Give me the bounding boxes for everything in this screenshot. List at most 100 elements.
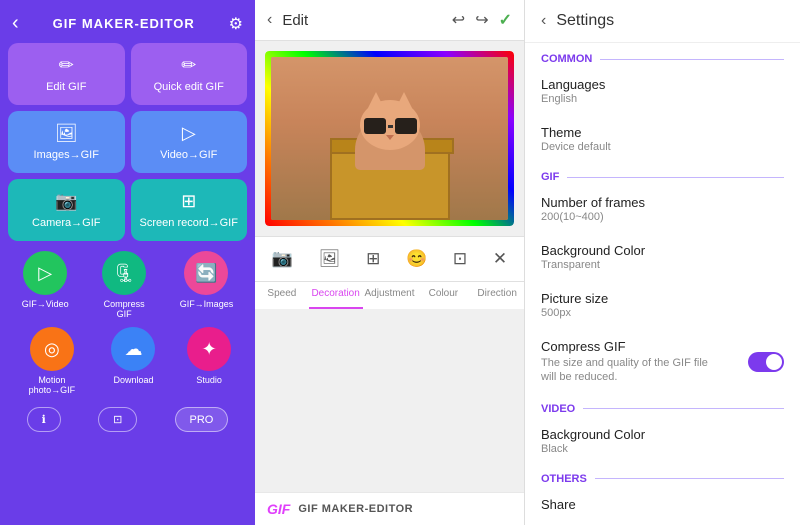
motion-photo-label: Motion photo→GIF [24,375,80,395]
compress-gif-title: Compress GIF [541,339,748,354]
frames-sub: 200(10~400) [541,211,784,223]
video-to-gif-button[interactable]: ▷ Video→GIF [131,111,248,173]
left-back-icon[interactable]: ‹ [12,12,19,35]
video-bg-sub: Black [541,443,784,455]
frames-title: Number of frames [541,195,784,210]
section-video: VIDEO [525,393,800,419]
right-panel: ‹ Settings COMMON Languages English Them… [525,0,800,525]
video-bg-title: Background Color [541,427,784,442]
settings-number-frames[interactable]: Number of frames 200(10~400) [525,187,800,231]
camera-tool-icon[interactable]: 📷 [268,245,297,273]
pro-button[interactable]: PRO [175,407,229,432]
edit-gif-button[interactable]: ✏ Edit GIF [8,43,125,105]
compress-gif-icon: 🗜 [102,251,146,295]
mid-title: Edit [282,12,441,29]
tab-colour[interactable]: Colour [417,282,471,309]
tab-decoration[interactable]: Decoration [309,282,363,309]
camera-gif-label: Camera→GIF [32,217,100,229]
section-common: COMMON [525,43,800,69]
tab-adjustment[interactable]: Adjustment [363,282,417,309]
settings-theme[interactable]: Theme Device default [525,117,800,161]
images-to-gif-button[interactable]: 🖼 Images→GIF [8,111,125,173]
settings-share[interactable]: Share [525,489,800,520]
edit-gif-label: Edit GIF [46,81,86,93]
bg-color-title: Background Color [541,243,784,258]
settings-title: Settings [556,12,614,30]
settings-picture-size[interactable]: Picture size 500px [525,283,800,327]
section-others: OTHERS [525,463,800,489]
gif-logo: GIF [267,501,290,517]
quick-edit-label: Quick edit GIF [154,81,224,93]
quick-edit-gif-button[interactable]: ✏ Quick edit GIF [131,43,248,105]
mid-panel: ‹ Edit ↩ ↪ ✓ [255,0,525,525]
motion-photo-icon: ◎ [30,327,74,371]
frame-tool-icon[interactable]: ⊡ [449,245,471,273]
confirm-icon[interactable]: ✓ [499,10,512,30]
grid-button[interactable]: ⊡ [98,407,137,432]
info-button[interactable]: ℹ [27,407,61,432]
share-title: Share [541,497,784,512]
images-gif-icon: 🖼 [55,123,78,144]
languages-sub: English [541,93,784,105]
mid-header-actions: ↩ ↪ ✓ [452,10,512,30]
tab-direction[interactable]: Direction [470,282,524,309]
bg-color-sub: Transparent [541,259,784,271]
settings-header: ‹ Settings [525,0,800,43]
screen-record-icon: ⊞ [181,191,196,212]
download-icon: ☁ [111,327,155,371]
undo-icon[interactable]: ↩ [452,10,465,30]
section-gif: GIF [525,161,800,187]
screen-record-label: Screen record→GIF [140,217,238,229]
close-tool-icon[interactable]: ✕ [489,245,511,273]
gif-to-video-label: GIF→Video [22,299,69,309]
studio-icon: ✦ [187,327,231,371]
settings-languages[interactable]: Languages English [525,69,800,113]
image-tool-icon[interactable]: 🖼 [315,245,345,273]
small-icons-row-1: ▷ GIF→Video 🗜 Compress GIF 🔄 GIF→Images [8,251,247,319]
video-gif-icon: ▷ [182,123,196,144]
compress-gif-toggle[interactable] [748,352,784,372]
settings-video-bg-color[interactable]: Background Color Black [525,419,800,463]
gif-to-images-label: GIF→Images [180,299,234,309]
camera-to-gif-button[interactable]: 📷 Camera→GIF [8,179,125,241]
picture-size-title: Picture size [541,291,784,306]
motion-photo-item[interactable]: ◎ Motion photo→GIF [24,327,80,395]
emoji-tool-icon[interactable]: 😊 [402,245,431,273]
compress-gif-left: Compress GIF The size and quality of the… [541,339,748,385]
studio-label: Studio [196,375,222,385]
languages-title: Languages [541,77,784,92]
compress-gif-item[interactable]: 🗜 Compress GIF [96,251,152,319]
left-header: ‹ GIF MAKER-EDITOR ⚙ [8,8,247,43]
layout-tool-icon[interactable]: ⊞ [362,245,384,273]
gif-maker-editor-text: GIF MAKER-EDITOR [298,503,413,515]
quick-edit-icon: ✏ [181,55,196,76]
download-label: Download [113,375,153,385]
theme-sub: Device default [541,141,784,153]
download-item[interactable]: ☁ Download [111,327,155,395]
tab-speed[interactable]: Speed [255,282,309,309]
gif-to-video-item[interactable]: ▷ GIF→Video [22,251,69,319]
gif-to-images-item[interactable]: 🔄 GIF→Images [180,251,234,319]
settings-icon[interactable]: ⚙ [229,14,243,34]
mid-back-icon[interactable]: ‹ [267,11,272,29]
video-gif-label: Video→GIF [160,149,217,161]
settings-back-icon[interactable]: ‹ [541,12,546,30]
camera-gif-icon: 📷 [55,191,77,212]
main-buttons-grid: ✏ Edit GIF ✏ Quick edit GIF 🖼 Images→GIF… [8,43,247,241]
studio-item[interactable]: ✦ Studio [187,327,231,395]
picture-size-sub: 500px [541,307,784,319]
gif-to-video-icon: ▷ [23,251,67,295]
screen-record-to-gif-button[interactable]: ⊞ Screen record→GIF [131,179,248,241]
settings-bg-color[interactable]: Background Color Transparent [525,235,800,279]
small-icons-row-2: ◎ Motion photo→GIF ☁ Download ✦ Studio [8,327,247,395]
redo-icon[interactable]: ↪ [475,10,488,30]
gif-to-images-icon: 🔄 [184,251,228,295]
images-gif-label: Images→GIF [34,149,99,161]
mid-header: ‹ Edit ↩ ↪ ✓ [255,0,524,41]
mid-bottom-logo: GIF GIF MAKER-EDITOR [255,492,524,525]
gif-text: GIF [267,501,290,517]
gif-toolbar: 📷 🖼 ⊞ 😊 ⊡ ✕ [255,236,524,281]
compress-gif-desc: The size and quality of the GIF file wil… [541,356,721,385]
edit-gif-icon: ✏ [59,55,74,76]
app-title: GIF MAKER-EDITOR [53,16,195,31]
